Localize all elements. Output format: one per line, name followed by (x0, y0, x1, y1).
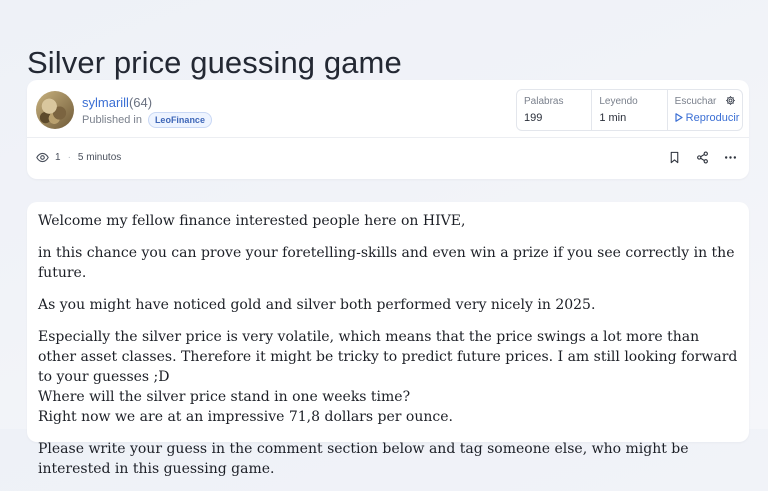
views-row: 1 · 5 minutos (36, 151, 121, 164)
listen-play-button[interactable]: Reproducir (675, 111, 742, 125)
body-paragraph: As you might have noticed gold and silve… (38, 297, 596, 313)
stat-words: Palabras 199 (517, 90, 591, 130)
views-count: 1 (55, 152, 61, 163)
stat-reading-label: Leyendo (599, 96, 638, 107)
gear-icon[interactable] (725, 95, 736, 106)
more-icon[interactable] (724, 151, 737, 164)
author-reputation: (64) (128, 95, 153, 110)
body-line: Especially the silver price is very vola… (38, 329, 738, 385)
published-in-label: Published in (82, 114, 142, 126)
bookmark-icon[interactable] (668, 151, 681, 164)
author-avatar[interactable] (36, 91, 74, 129)
separator-dot: · (67, 152, 71, 163)
stat-words-value: 199 (524, 112, 543, 124)
post-body: Welcome my fellow finance interested peo… (38, 211, 738, 491)
stat-listen: Escuchar Reproducir (666, 90, 742, 130)
body-paragraph: Especially the silver price is very vola… (38, 327, 738, 427)
author-line: sylmarill(64) (82, 95, 152, 111)
post-meta-card: sylmarill(64) Published in LeoFinance Pa… (27, 80, 749, 179)
share-icon[interactable] (696, 151, 709, 164)
play-icon (675, 113, 683, 122)
post-time-ago: 5 minutos (77, 152, 122, 163)
post-title: Silver price guessing game (27, 44, 402, 80)
post-actions (668, 151, 737, 164)
post-stats-box: Palabras 199 Leyendo 1 min Escuchar Repr… (516, 89, 743, 131)
body-line: Where will the silver price stand in one… (38, 389, 411, 405)
stat-reading-value: 1 min (599, 112, 627, 124)
body-line: Right now we are at an impressive 71,8 d… (38, 409, 453, 425)
author-name-link[interactable]: sylmarill (82, 95, 129, 110)
body-paragraph: in this chance you can prove your forete… (38, 245, 735, 281)
meta-divider (27, 137, 749, 138)
community-tag[interactable]: LeoFinance (147, 112, 212, 128)
eye-icon (36, 152, 49, 163)
body-paragraph: Welcome my fellow finance interested peo… (38, 213, 466, 229)
body-paragraph: Please write your guess in the comment s… (38, 441, 689, 477)
post-body-card: Welcome my fellow finance interested peo… (27, 202, 749, 477)
stat-reading: Leyendo 1 min (591, 90, 666, 130)
listen-play-label: Reproducir (685, 112, 740, 124)
stat-words-label: Palabras (524, 96, 564, 107)
published-in-line: Published in LeoFinance (82, 112, 212, 128)
